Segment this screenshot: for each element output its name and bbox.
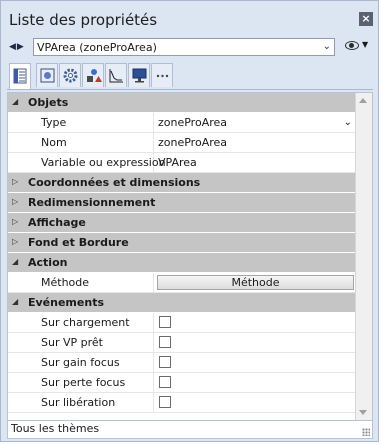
event-value bbox=[155, 373, 356, 392]
property-row-type: Type zoneProArea ⌄ bbox=[8, 113, 356, 133]
property-row-methode: Méthode Méthode bbox=[8, 273, 356, 293]
methode-button[interactable]: Méthode bbox=[157, 275, 354, 290]
shapes-icon bbox=[87, 69, 102, 82]
property-name: Type bbox=[8, 113, 154, 132]
nav-arrows[interactable]: ◀▶ bbox=[9, 42, 25, 52]
event-label: Sur libération bbox=[8, 393, 154, 412]
title-bar: Liste des propriétés × bbox=[5, 5, 375, 35]
collapse-arrow-icon: ◢ bbox=[12, 297, 19, 306]
previous-arrow-icon[interactable]: ◀ bbox=[9, 42, 17, 52]
property-list-window: Liste des propriétés × ◀▶ VPArea (zonePr… bbox=[0, 0, 379, 442]
section-label: Evénements bbox=[28, 296, 104, 309]
section-coordonnees[interactable]: ▷ Coordonnées et dimensions bbox=[8, 173, 356, 193]
event-checkbox[interactable] bbox=[159, 336, 171, 348]
property-name: Nom bbox=[8, 133, 154, 152]
tab-chart[interactable] bbox=[105, 63, 127, 87]
event-label: Sur perte focus bbox=[8, 373, 154, 392]
property-rows: ◢ Objets Type zoneProArea ⌄ Nom zoneProA… bbox=[8, 93, 356, 413]
event-value bbox=[155, 393, 356, 412]
section-label: Redimensionnement bbox=[28, 196, 156, 209]
expand-arrow-icon: ▷ bbox=[12, 217, 19, 226]
object-selector-row: ◀▶ VPArea (zoneProArea) ⌄ ▼ bbox=[7, 37, 373, 59]
section-fond-bordure[interactable]: ▷ Fond et Bordure bbox=[8, 233, 356, 253]
section-objets[interactable]: ◢ Objets bbox=[8, 93, 356, 113]
event-checkbox[interactable] bbox=[159, 356, 171, 368]
tab-gear[interactable] bbox=[59, 63, 81, 87]
status-bar: Tous les thèmes bbox=[7, 421, 373, 439]
tab-display[interactable] bbox=[128, 63, 150, 87]
object-icon bbox=[40, 68, 55, 83]
event-value bbox=[155, 353, 356, 372]
chevron-down-icon: ⌄ bbox=[343, 117, 352, 128]
chart-icon bbox=[109, 69, 123, 83]
section-evenements[interactable]: ◢ Evénements bbox=[8, 293, 356, 313]
event-label: Sur VP prêt bbox=[8, 333, 154, 352]
event-checkbox[interactable] bbox=[159, 316, 171, 328]
property-grid: ◢ Objets Type zoneProArea ⌄ Nom zoneProA… bbox=[7, 92, 373, 421]
event-row: Sur VP prêt bbox=[8, 333, 356, 353]
property-tabs bbox=[7, 63, 373, 90]
collapse-arrow-icon: ◢ bbox=[12, 97, 19, 106]
expand-arrow-icon: ▷ bbox=[12, 237, 19, 246]
event-label: Sur gain focus bbox=[8, 353, 154, 372]
more-icon bbox=[156, 74, 169, 78]
collapse-arrow-icon: ◢ bbox=[12, 257, 19, 266]
variable-field[interactable]: VPArea bbox=[155, 153, 356, 172]
property-row-variable: Variable ou expression VPArea bbox=[8, 153, 356, 173]
gear-icon bbox=[63, 68, 78, 83]
event-row: Sur gain focus bbox=[8, 353, 356, 373]
window-title: Liste des propriétés bbox=[9, 11, 158, 29]
tab-all-properties[interactable] bbox=[9, 63, 31, 89]
section-action[interactable]: ◢ Action bbox=[8, 253, 356, 273]
section-redimensionnement[interactable]: ▷ Redimensionnement bbox=[8, 193, 356, 213]
tab-shapes[interactable] bbox=[82, 63, 104, 87]
section-label: Action bbox=[28, 256, 68, 269]
close-icon: × bbox=[361, 12, 371, 25]
section-label: Coordonnées et dimensions bbox=[28, 176, 201, 189]
section-label: Objets bbox=[28, 96, 69, 109]
view-options-button[interactable]: ▼ bbox=[345, 39, 371, 55]
type-select[interactable]: zoneProArea ⌄ bbox=[155, 113, 356, 132]
close-button[interactable]: × bbox=[359, 12, 373, 26]
event-checkbox[interactable] bbox=[159, 396, 171, 408]
monitor-icon bbox=[132, 68, 147, 83]
next-arrow-icon[interactable]: ▶ bbox=[17, 42, 25, 52]
event-value bbox=[155, 313, 356, 332]
methode-cell: Méthode bbox=[155, 273, 356, 292]
chevron-down-icon: ⌄ bbox=[322, 41, 331, 52]
resize-grip-icon[interactable] bbox=[362, 428, 370, 436]
scroll-down-icon[interactable] bbox=[359, 410, 367, 415]
event-value bbox=[155, 333, 356, 352]
section-affichage[interactable]: ▷ Affichage bbox=[8, 213, 356, 233]
event-label: Sur chargement bbox=[8, 313, 154, 332]
tab-object[interactable] bbox=[36, 63, 58, 87]
nom-field[interactable]: zoneProArea bbox=[155, 133, 356, 152]
event-row: Sur perte focus bbox=[8, 373, 356, 393]
caret-down-icon: ▼ bbox=[362, 40, 369, 49]
properties-list-icon bbox=[13, 68, 27, 84]
vertical-scrollbar[interactable] bbox=[355, 93, 372, 420]
expand-arrow-icon: ▷ bbox=[12, 197, 19, 206]
theme-filter[interactable]: Tous les thèmes bbox=[11, 422, 99, 435]
tab-more[interactable] bbox=[151, 63, 173, 87]
expand-arrow-icon: ▷ bbox=[12, 177, 19, 186]
section-label: Affichage bbox=[28, 216, 86, 229]
property-name: Variable ou expression bbox=[8, 153, 166, 172]
property-name: Méthode bbox=[8, 273, 154, 292]
object-select[interactable]: VPArea (zoneProArea) ⌄ bbox=[33, 38, 335, 56]
event-row: Sur chargement bbox=[8, 313, 356, 333]
section-label: Fond et Bordure bbox=[28, 236, 129, 249]
eye-pupil bbox=[349, 43, 354, 48]
scroll-up-icon[interactable] bbox=[359, 98, 367, 103]
event-checkbox[interactable] bbox=[159, 376, 171, 388]
event-row: Sur libération bbox=[8, 393, 356, 413]
property-row-nom: Nom zoneProArea bbox=[8, 133, 356, 153]
object-select-value: VPArea (zoneProArea) bbox=[37, 41, 157, 54]
type-value: zoneProArea bbox=[158, 116, 228, 129]
